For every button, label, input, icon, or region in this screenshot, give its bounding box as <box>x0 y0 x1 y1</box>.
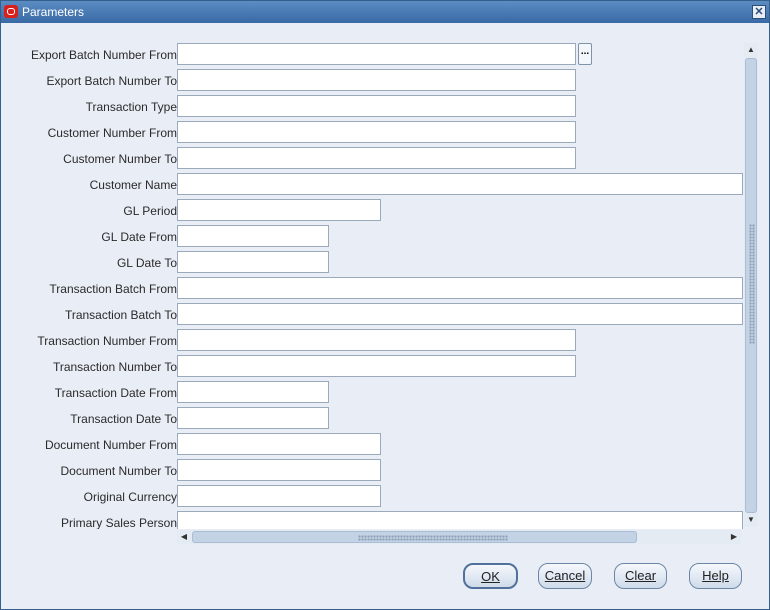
row-original-currency: Original Currency <box>1 485 177 509</box>
row-transaction-type: Transaction Type <box>1 95 177 119</box>
row-transaction-date-to: Transaction Date To <box>1 407 177 431</box>
clipped-field-wrapper <box>177 511 743 529</box>
scroll-right-icon[interactable]: ▶ <box>727 530 741 544</box>
transaction-number-to-input[interactable] <box>177 355 576 377</box>
row-document-number-from: Document Number From <box>1 433 177 457</box>
field-label: Customer Number From <box>47 126 177 140</box>
transaction-date-to-input[interactable] <box>177 407 329 429</box>
field-label: Transaction Date To <box>70 412 177 426</box>
primary-sales-person-input[interactable] <box>177 511 743 529</box>
row-primary-sales-person: Primary Sales Person <box>1 511 177 529</box>
field-label: Export Batch Number To <box>46 74 177 88</box>
field-label: Customer Number To <box>63 152 177 166</box>
field-label: Primary Sales Person <box>60 516 177 529</box>
grip-icon <box>358 535 508 541</box>
field-label: Customer Name <box>89 178 177 192</box>
row-transaction-number-to: Transaction Number To <box>1 355 177 379</box>
row-gl-date-to: GL Date To <box>1 251 177 275</box>
transaction-number-from-input[interactable] <box>177 329 576 351</box>
row-gl-period: GL Period <box>1 199 177 223</box>
export-batch-number-to-input[interactable] <box>177 69 576 91</box>
transaction-batch-to-input[interactable] <box>177 303 743 325</box>
row-customer-name: Customer Name <box>1 173 177 197</box>
scroll-left-icon[interactable]: ◀ <box>177 530 191 544</box>
horizontal-scroll-thumb[interactable] <box>192 531 637 543</box>
field-label: Transaction Number From <box>37 334 177 348</box>
clear-button[interactable]: Clear <box>614 563 667 589</box>
original-currency-input[interactable] <box>177 485 381 507</box>
gl-period-input[interactable] <box>177 199 381 221</box>
document-number-to-input[interactable] <box>177 459 381 481</box>
parameters-window: Parameters ✕ Export Batch Number From ..… <box>0 0 770 610</box>
help-button[interactable]: Help <box>689 563 742 589</box>
field-label: Document Number From <box>44 438 177 452</box>
row-gl-date-from: GL Date From <box>1 225 177 249</box>
field-label: GL Date From <box>101 230 177 244</box>
field-label: Transaction Batch From <box>49 282 177 296</box>
oracle-logo-icon <box>4 5 18 18</box>
customer-number-from-input[interactable] <box>177 121 576 143</box>
scroll-up-icon[interactable]: ▲ <box>744 43 758 57</box>
customer-number-to-input[interactable] <box>177 147 576 169</box>
row-export-batch-to: Export Batch Number To <box>1 69 177 93</box>
customer-name-input[interactable] <box>177 173 743 195</box>
cancel-button[interactable]: Cancel <box>538 563 592 589</box>
row-transaction-batch-to: Transaction Batch To <box>1 303 177 327</box>
field-label: Export Batch Number From <box>30 48 177 62</box>
row-customer-number-to: Customer Number To <box>1 147 177 171</box>
close-icon[interactable]: ✕ <box>752 5 766 19</box>
horizontal-scrollbar[interactable]: ◀ ▶ <box>177 530 741 544</box>
transaction-date-from-input[interactable] <box>177 381 329 403</box>
list-of-values-button[interactable]: ... <box>578 43 592 65</box>
row-transaction-batch-from: Transaction Batch From <box>1 277 177 301</box>
document-number-from-input[interactable] <box>177 433 381 455</box>
field-label: Transaction Type <box>85 100 177 114</box>
gl-date-to-input[interactable] <box>177 251 329 273</box>
transaction-batch-from-input[interactable] <box>177 277 743 299</box>
scroll-down-icon[interactable]: ▼ <box>744 513 758 527</box>
row-transaction-date-from: Transaction Date From <box>1 381 177 405</box>
grip-icon <box>749 224 755 344</box>
row-transaction-number-from: Transaction Number From <box>1 329 177 353</box>
row-document-number-to: Document Number To <box>1 459 178 483</box>
gl-date-from-input[interactable] <box>177 225 329 247</box>
field-label: GL Period <box>123 204 177 218</box>
export-batch-number-from-input[interactable] <box>177 43 576 65</box>
row-export-batch-from: Export Batch Number From <box>1 43 177 67</box>
field-label: Transaction Date From <box>54 386 177 400</box>
ok-button[interactable]: OK <box>463 563 518 589</box>
window-title: Parameters <box>22 5 85 19</box>
field-label: Document Number To <box>60 464 178 478</box>
field-label: Transaction Batch To <box>64 308 177 322</box>
vertical-scroll-thumb[interactable] <box>745 58 757 513</box>
field-label: Original Currency <box>83 490 177 504</box>
row-customer-number-from: Customer Number From <box>1 121 177 145</box>
field-label: Transaction Number To <box>52 360 177 374</box>
vertical-scrollbar[interactable]: ▲ ▼ <box>744 43 758 527</box>
field-label: GL Date To <box>116 256 177 270</box>
title-bar[interactable]: Parameters ✕ <box>1 1 769 23</box>
transaction-type-input[interactable] <box>177 95 576 117</box>
